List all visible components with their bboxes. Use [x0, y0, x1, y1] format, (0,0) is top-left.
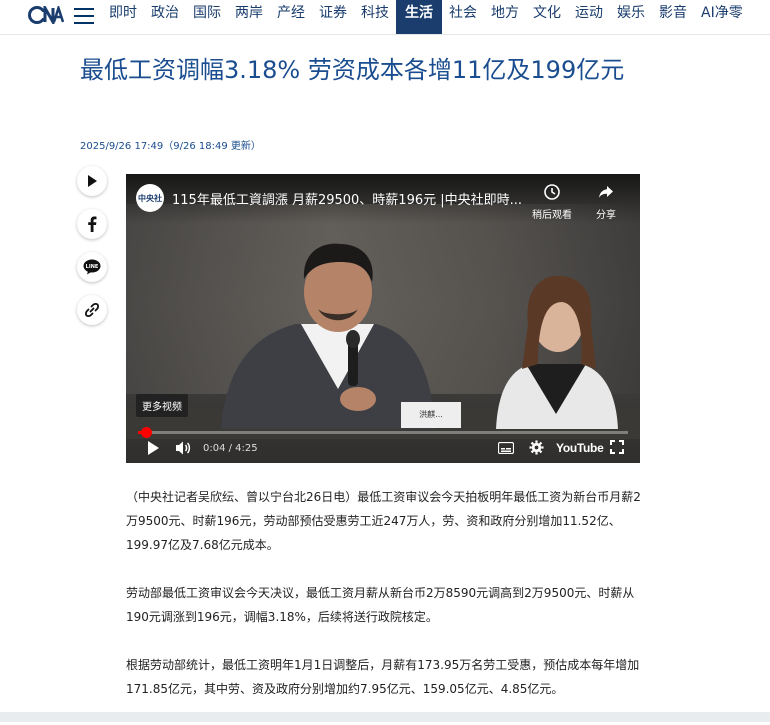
article-dateline: 2025/9/26 17:49（9/26 18:49 更新） — [80, 141, 261, 152]
volume-icon — [176, 441, 191, 455]
speaker-nameplate: 洪麒... — [401, 402, 461, 428]
play-icon — [88, 175, 97, 187]
video-time: 0:04 / 4:25 — [203, 443, 258, 454]
nav-item[interactable]: 证券 — [312, 0, 354, 34]
nav-item-active[interactable]: 生活 — [396, 0, 442, 34]
facebook-icon — [88, 216, 97, 232]
article-body: （中央社记者吴欣纭、曾以宁台北26日电）最低工资审议会今天拍板明年最低工资为新台… — [126, 485, 646, 725]
article-title: 最低工资调幅3.18% 劳资成本各增11亿及199亿元 — [80, 56, 625, 84]
video-title[interactable]: 115年最低工資調漲 月薪29500、時薪196元 |中央社即時... — [172, 189, 522, 208]
volume-button[interactable] — [175, 440, 193, 460]
play-icon — [148, 441, 159, 455]
settings-button[interactable] — [529, 440, 544, 459]
progress-bar[interactable] — [138, 427, 628, 438]
video-share-button[interactable]: 分享 — [582, 184, 630, 221]
nav-item[interactable]: 科技 — [354, 0, 396, 34]
top-navigation: 即时 政治 国际 两岸 产经 证券 科技 生活 社会 地方 文化 运动 娱乐 影… — [0, 0, 770, 35]
nav-item[interactable]: 文化 — [526, 0, 568, 34]
share-label: 分享 — [596, 210, 616, 221]
line-icon-label: LINE — [86, 264, 99, 270]
watch-later-button[interactable]: 稍后观看 — [528, 184, 576, 221]
article-paragraph: 劳动部最低工资审议会今天决议，最低工资月薪从新台币2万8590元调高到2万950… — [126, 586, 635, 624]
cna-logo-icon — [28, 6, 64, 24]
subtitles-icon — [497, 441, 515, 455]
share-toolbar: LINE — [77, 166, 109, 338]
cna-logo[interactable] — [28, 4, 64, 26]
link-icon — [84, 302, 100, 318]
copy-link-button[interactable] — [77, 295, 107, 325]
article-paragraph: （中央社记者吴欣纭、曾以宁台北26日电）最低工资审议会今天拍板明年最低工资为新台… — [126, 490, 641, 552]
line-icon: LINE — [83, 259, 101, 275]
section-nav: 即时 政治 国际 两岸 产经 证券 科技 生活 社会 地方 文化 运动 娱乐 影… — [102, 0, 750, 34]
line-share-button[interactable]: LINE — [77, 252, 107, 282]
channel-logo[interactable]: 中央社 — [136, 184, 164, 212]
clock-icon — [528, 184, 576, 204]
fullscreen-button[interactable] — [610, 440, 624, 458]
nav-item[interactable]: 政治 — [144, 0, 186, 34]
nav-item[interactable]: 运动 — [568, 0, 610, 34]
watch-later-label: 稍后观看 — [532, 210, 572, 221]
video-controls: 0:04 / 4:25 YouTube — [126, 436, 640, 463]
youtube-logo[interactable]: YouTube — [556, 441, 604, 455]
subtitles-button[interactable] — [497, 440, 515, 458]
facebook-share-button[interactable] — [77, 209, 107, 239]
bottom-bar — [0, 712, 770, 722]
nav-item[interactable]: 娱乐 — [610, 0, 652, 34]
nav-item[interactable]: 即时 — [102, 0, 144, 34]
nav-item[interactable]: 产经 — [270, 0, 312, 34]
nav-item[interactable]: 国际 — [186, 0, 228, 34]
fullscreen-icon — [610, 440, 624, 454]
article-paragraph: 根据劳动部统计，最低工资明年1月1日调整后，月薪有173.95万名劳工受惠，预估… — [126, 658, 640, 696]
play-button[interactable] — [146, 440, 160, 460]
video-player[interactable]: 洪麒... 中央社 115年最低工資調漲 月薪29500、時薪196元 |中央社… — [126, 174, 640, 463]
nav-item[interactable]: 两岸 — [228, 0, 270, 34]
menu-icon[interactable] — [74, 8, 94, 24]
nav-item[interactable]: 社会 — [442, 0, 484, 34]
nav-item[interactable]: 影音 — [652, 0, 694, 34]
gear-icon — [529, 440, 544, 455]
share-arrow-icon — [582, 184, 630, 204]
play-audio-button[interactable] — [77, 166, 107, 196]
nav-item[interactable]: AI净零 — [694, 0, 750, 34]
nav-item[interactable]: 地方 — [484, 0, 526, 34]
more-videos-button[interactable]: 更多视频 — [136, 394, 188, 417]
